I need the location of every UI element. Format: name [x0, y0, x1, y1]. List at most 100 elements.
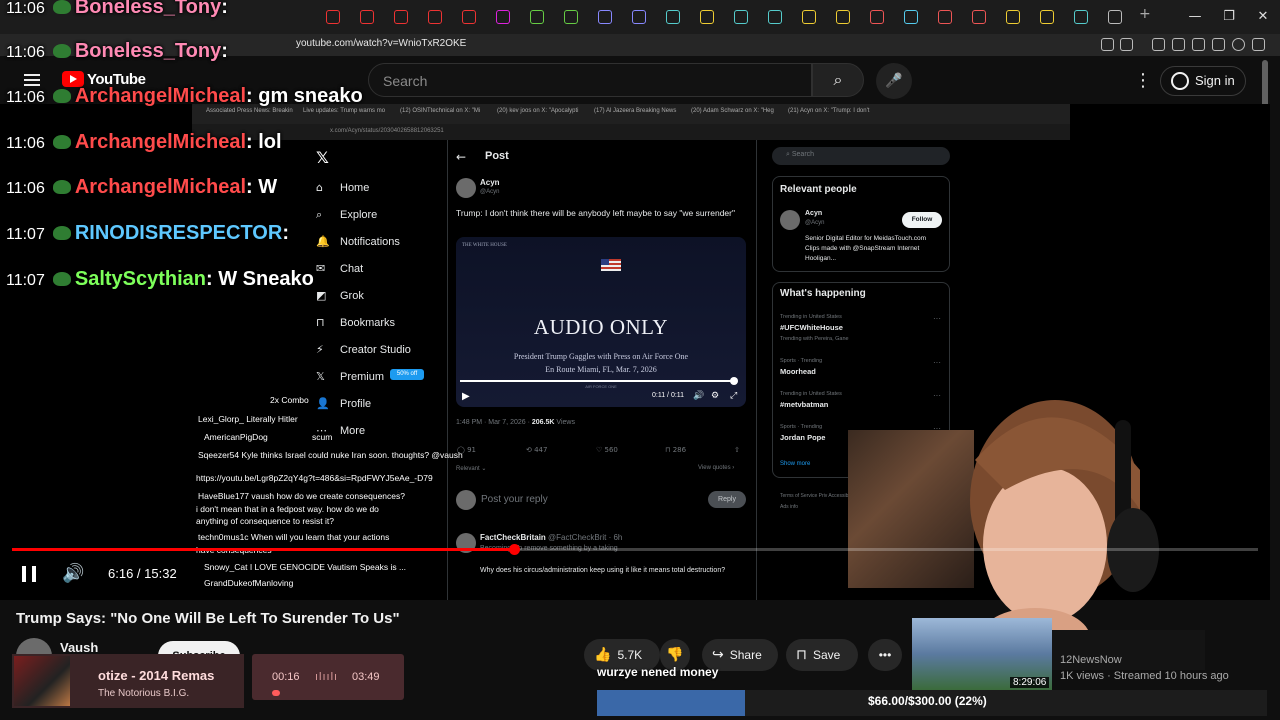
nav-label: Grok: [340, 290, 364, 302]
media-line2: En Route Miami, FL, Mar. 7, 2026: [545, 365, 657, 374]
browser-tab[interactable]: [870, 10, 884, 24]
trend-name: #metvbatman: [780, 400, 829, 409]
browser-tab[interactable]: [530, 10, 544, 24]
minimize-button[interactable]: —: [1178, 0, 1212, 34]
account-icon: [1171, 72, 1189, 90]
chat-message: 11:06 ArchangelMicheal: gm sneako: [6, 85, 363, 108]
browser-tab[interactable]: [394, 10, 408, 24]
browser-tab[interactable]: [326, 10, 340, 24]
song-elapsed: 00:16: [272, 671, 300, 683]
search-icon[interactable]: ⌕: [812, 63, 864, 97]
x-nav-item: 𝕏 Premium: [316, 370, 384, 383]
extension-icon[interactable]: [1101, 38, 1114, 51]
profile-icon[interactable]: [1192, 38, 1205, 51]
reply-author-handle: @FactCheckBrit · 6h: [545, 533, 623, 542]
browser-tab[interactable]: [1040, 10, 1054, 24]
browser-tab[interactable]: [938, 10, 952, 24]
x-nav-item: ◩ Grok: [316, 289, 364, 302]
trend-name: Jordan Pope: [780, 433, 826, 442]
small-chat-line: i don't mean that in a fedpost way. how …: [196, 504, 379, 514]
inner-tab: (17) Al Jazeera Breaking News: [594, 108, 677, 114]
settings-icon[interactable]: [1232, 38, 1245, 51]
browser-tab[interactable]: [972, 10, 986, 24]
browser-tab[interactable]: [360, 10, 374, 24]
url-text[interactable]: youtube.com/watch?v=WnioTxR2OKE: [296, 38, 466, 49]
save-button[interactable]: ⊓ Save: [786, 639, 858, 671]
author-name: Acyn: [480, 178, 500, 187]
small-chat-line: anything of consequence to resist it?: [196, 516, 334, 526]
browser-tab[interactable]: [1074, 10, 1088, 24]
browser-tab[interactable]: [666, 10, 680, 24]
inner-address-bar: [192, 124, 1070, 140]
post-time: 1:48 PM · Mar 7, 2026 ·: [456, 419, 532, 426]
song-progress: [272, 690, 280, 696]
inner-tab: (12) OSINTtechnical on X: "Mi: [400, 108, 481, 114]
reply-author: FactCheckBritain @FactCheckBrit · 6h: [480, 533, 622, 542]
pause-icon[interactable]: [22, 566, 36, 582]
browser-tab[interactable]: [632, 10, 646, 24]
browser-tab[interactable]: [496, 10, 510, 24]
more-actions-button[interactable]: •••: [868, 639, 902, 671]
media-progress: [460, 380, 736, 382]
fullscreen-icon: ⤢: [730, 391, 738, 401]
new-tab-button[interactable]: +: [1139, 6, 1151, 22]
extension-icon[interactable]: [1120, 38, 1133, 51]
chat-username: ArchangelMicheal: [74, 131, 247, 153]
author-handle: @Acyn: [480, 189, 500, 195]
channel-name[interactable]: Vaush: [60, 640, 98, 655]
sign-in-button[interactable]: Sign in: [1160, 66, 1246, 96]
browser-tab[interactable]: [768, 10, 782, 24]
volume-icon[interactable]: 🔊: [62, 563, 84, 584]
window-controls: — ❐ ✕: [1178, 0, 1280, 34]
x-nav-item: ⚡ Creator Studio: [316, 343, 411, 356]
trend-context: Sports · Trending: [780, 424, 823, 430]
chat-message: 11:07 SaltyScythian: W Sneako: [6, 268, 314, 291]
browser-tab[interactable]: [564, 10, 578, 24]
small-chat-line: HaveBlue177 vaush how do we create conse…: [198, 491, 405, 501]
album-art: [14, 656, 70, 706]
menu-icon[interactable]: [1252, 38, 1265, 51]
browser-tab[interactable]: [700, 10, 714, 24]
nav-icon: 👤: [316, 397, 330, 410]
chat-message: 11:06 Boneless_Tony:: [6, 40, 228, 63]
media-icon[interactable]: [1152, 38, 1165, 51]
browser-tab[interactable]: [1108, 10, 1122, 24]
maximize-button[interactable]: ❐: [1212, 0, 1246, 34]
browser-tab[interactable]: [904, 10, 918, 24]
browser-tab[interactable]: [802, 10, 816, 24]
goal-text: $66.00/$300.00 (22%): [868, 694, 987, 708]
volume-icon: 🔊: [693, 391, 705, 401]
nav-label: Creator Studio: [340, 344, 411, 356]
mic-icon[interactable]: 🎤: [876, 63, 912, 99]
browser-tab[interactable]: [428, 10, 442, 24]
browser-tab[interactable]: [598, 10, 612, 24]
bookmark-count: ⊓ 286: [665, 446, 687, 454]
extension-icon[interactable]: [1212, 38, 1225, 51]
browser-tab[interactable]: [462, 10, 476, 24]
search-input[interactable]: Search: [368, 63, 812, 97]
nav-label: Premium: [340, 371, 385, 383]
nav-label: Notifications: [340, 236, 400, 248]
browser-tab[interactable]: [734, 10, 748, 24]
chat-time: 11:06: [6, 44, 45, 61]
avatar: [780, 210, 800, 230]
equalizer-icon: ılıılı: [315, 671, 339, 683]
sidebar-icon[interactable]: [1172, 38, 1185, 51]
browser-tab[interactable]: [1006, 10, 1020, 24]
chat-message: 11:06 Boneless_Tony:: [6, 0, 228, 19]
recommended-channel[interactable]: 12NewsNow: [1060, 654, 1122, 666]
chat-time: 11:06: [6, 0, 45, 17]
face: [983, 467, 1107, 623]
chat-text: : lol: [246, 131, 282, 153]
small-chat-line: Lexi_Glorp_ Literally Hitler: [198, 414, 298, 424]
chat-message: 11:06 ArchangelMicheal: W: [6, 176, 277, 199]
browser-tab[interactable]: [836, 10, 850, 24]
more-options-icon[interactable]: ⋮: [1134, 70, 1152, 91]
nav-icon: ⊓: [316, 316, 325, 329]
close-window-button[interactable]: ✕: [1246, 0, 1280, 34]
x-search-input: ⌕ Search: [772, 147, 950, 165]
bookmark-count-value: 286: [672, 446, 687, 454]
small-chat-line: Sqeezer54 Kyle thinks Israel could nuke …: [198, 450, 463, 460]
post-text: Trump: I don't think there will be anybo…: [456, 208, 736, 218]
nav-icon: 🔔: [316, 235, 330, 248]
